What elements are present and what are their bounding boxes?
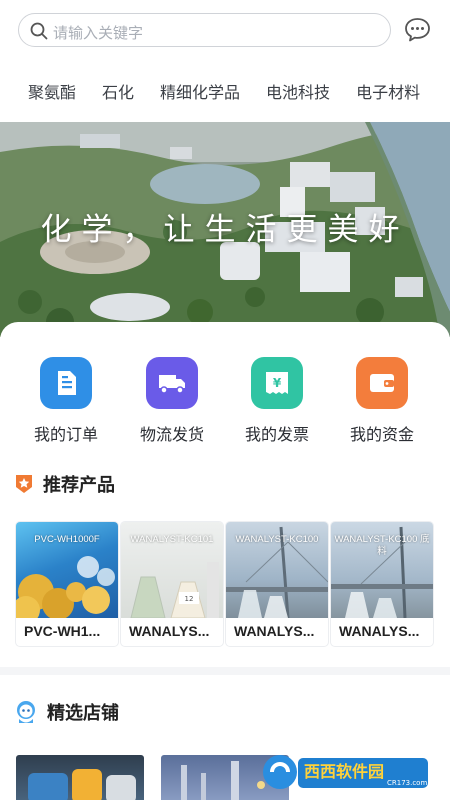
banner-slogan: 化学，让生活更美好 (40, 212, 410, 247)
action-label: 我的发票 (244, 427, 309, 444)
svg-text:西西软件园: 西西软件园 (304, 762, 384, 781)
product-caption: PVC-WH1000F (34, 534, 100, 545)
product-card[interactable]: WANALYST-KC100 底料 WANALYS... (331, 522, 433, 646)
section-title: 精选店铺 (47, 703, 119, 723)
tab-category[interactable]: 精细化学品 (160, 79, 240, 103)
product-image: WANALYST-KC100 (226, 522, 328, 618)
action-label: 我的订单 (33, 427, 98, 444)
product-caption: WANALYST-KC100 (235, 534, 319, 545)
message-icon[interactable] (404, 17, 431, 42)
product-card[interactable]: 12 WANALYST-KC101 WANALYS... (121, 522, 223, 646)
mascot-icon (17, 701, 35, 723)
invoice-icon: ¥ (251, 357, 303, 409)
svg-text:12: 12 (185, 595, 194, 603)
product-image: 12 WANALYST-KC101 (121, 522, 223, 618)
product-name: WANALYS... (234, 623, 315, 639)
svg-text:¥: ¥ (273, 376, 282, 390)
search-icon (30, 22, 48, 40)
wallet-icon (356, 357, 408, 409)
badge-icon (16, 475, 32, 493)
search-placeholder: 请输入关键字 (53, 25, 144, 42)
product-name: WANALYS... (339, 623, 420, 639)
product-card[interactable]: WANALYST-KC100 WANALYS... (226, 522, 328, 646)
logistics-button[interactable]: 物流发货 (127, 357, 217, 445)
order-icon (40, 357, 92, 409)
product-caption: WANALYST-KC100 底料 (334, 534, 430, 557)
section-title: 推荐产品 (43, 475, 115, 495)
store-card[interactable] (16, 755, 144, 800)
stores-header: 精选店铺 (15, 697, 119, 727)
product-name: PVC-WH1... (24, 623, 101, 639)
tab-category[interactable]: 石化 (102, 79, 134, 103)
my-funds-button[interactable]: 我的资金 (337, 357, 427, 445)
tab-category[interactable]: 电子材料 (356, 79, 420, 103)
product-caption: WANALYST-KC101 (130, 534, 214, 545)
watermark-logo: 西西软件园 CR173.com (262, 752, 434, 792)
product-name: WANALYS... (129, 623, 210, 639)
action-label: 我的资金 (349, 427, 414, 444)
quick-actions: 我的订单 物流发货 ¥ 我的发票 我的资金 (0, 357, 450, 447)
my-invoices-button[interactable]: ¥ 我的发票 (232, 357, 322, 445)
svg-text:CR173.com: CR173.com (387, 779, 427, 787)
truck-icon (146, 357, 198, 409)
product-list: PVC-WH1000F PVC-WH1... 12 WANALYST-KC101… (16, 522, 434, 646)
top-bar: 请输入关键字 (0, 0, 450, 60)
product-image: WANALYST-KC100 底料 (331, 522, 433, 618)
search-input[interactable]: 请输入关键字 (18, 13, 391, 47)
category-tabs: 聚氨酯 石化 精细化学品 电池科技 电子材料 (0, 60, 450, 122)
tab-category[interactable]: 电池科技 (266, 79, 330, 103)
action-label: 物流发货 (139, 427, 204, 444)
tab-category[interactable]: 聚氨酯 (28, 79, 76, 103)
banner-carousel[interactable]: 化学，让生活更美好 (0, 122, 450, 337)
recommended-header: 推荐产品 (15, 469, 115, 499)
product-image: PVC-WH1000F (16, 522, 118, 618)
product-card[interactable]: PVC-WH1000F PVC-WH1... (16, 522, 118, 646)
main-card: 我的订单 物流发货 ¥ 我的发票 我的资金 推荐产品 PVC-WH1000F P… (0, 322, 450, 667)
my-orders-button[interactable]: 我的订单 (21, 357, 111, 445)
